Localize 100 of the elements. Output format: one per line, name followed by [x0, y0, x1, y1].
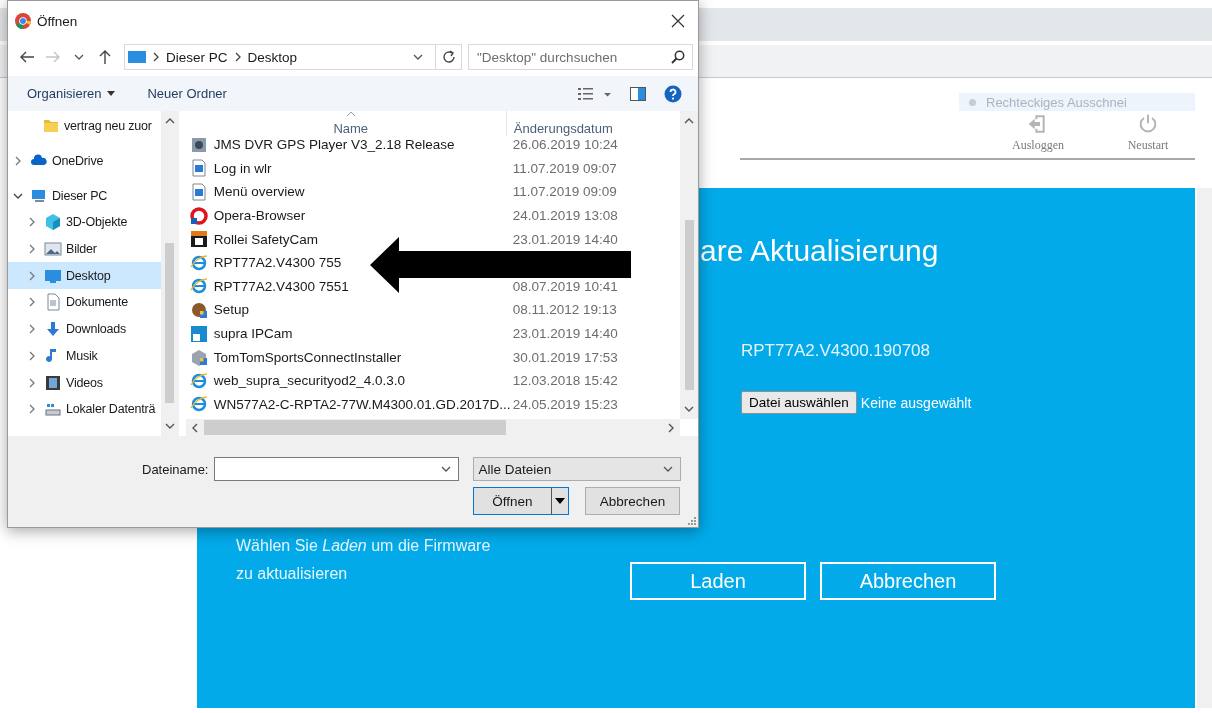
chevron-right-icon	[27, 270, 37, 281]
file-name[interactable]: Rollei SafetyCam	[213, 231, 319, 247]
caret-down-icon	[555, 498, 565, 504]
sort-caret-icon	[345, 111, 356, 117]
nav-item[interactable]: Dieser PC	[8, 182, 161, 210]
nav-item[interactable]: Dokumente	[8, 289, 161, 316]
file-date: 12.03.2018 15:42	[511, 373, 618, 389]
organize-menu[interactable]: Organisieren	[21, 82, 122, 105]
help-button[interactable]	[664, 84, 682, 103]
file-date: 11.07.2019 09:07	[511, 160, 617, 176]
column-header[interactable]: Änderungsdatum	[505, 111, 666, 136]
firmware-version: RPT77A2.V4300.190708	[741, 341, 932, 361]
shortcut-icon	[189, 324, 208, 343]
file-date: 11.07.2019 09:09	[511, 184, 617, 200]
cube-icon	[44, 213, 62, 232]
new-folder-button[interactable]: Neuer Ordner	[141, 82, 233, 105]
nav-item[interactable]: 3D-Objekte	[8, 209, 161, 236]
snip-hint-text: Rechteckiges Ausschnei	[986, 94, 1127, 110]
file-name[interactable]: TomTomSportsConnectInstaller	[213, 349, 402, 365]
file-name[interactable]: Opera-Browser	[213, 208, 306, 224]
scroll-down-icon	[684, 405, 694, 413]
scroll-left-icon	[190, 422, 199, 433]
chevron-right-icon	[27, 377, 37, 388]
logout-button[interactable]: Ausloggen	[993, 114, 1083, 153]
file-date: 08.11.2012 19:13	[511, 302, 617, 318]
nav-item[interactable]: Videos	[8, 369, 161, 396]
chevron-right-icon	[27, 297, 37, 308]
film-icon	[44, 373, 62, 392]
scroll-thumb[interactable]	[203, 420, 506, 435]
opera-icon	[189, 206, 208, 225]
image-file-icon	[189, 159, 208, 178]
file-name[interactable]: RPT77A2.V4300 755	[213, 255, 342, 271]
file-status: Keine ausgewählt	[860, 394, 972, 411]
globe-icon	[189, 371, 208, 390]
file-date: 24.01.2019 13:08	[511, 208, 618, 224]
restart-button[interactable]: Neustart	[1103, 114, 1193, 153]
file-name[interactable]: Log in wlr	[213, 160, 272, 176]
search-field[interactable]: "Desktop" durchsuchen	[468, 44, 693, 70]
file-date: 08.07.2019 10:41	[511, 278, 618, 294]
chevron-right-icon	[27, 244, 37, 255]
file-name[interactable]: Menü overview	[213, 184, 305, 200]
forward-arrow-icon	[45, 50, 61, 64]
nav-scrollbar[interactable]	[160, 111, 179, 436]
cancel-button[interactable]: Abbrechen	[585, 487, 680, 515]
address-bar[interactable]: Dieser PC Desktop	[124, 44, 462, 70]
nav-item[interactable]: Bilder	[8, 235, 161, 263]
column-header[interactable]: Name	[185, 121, 506, 136]
search-icon	[671, 50, 685, 64]
preview-pane-icon	[630, 86, 646, 101]
file-type-dropdown[interactable]: Alle Dateien	[473, 457, 682, 481]
file-date: 23.01.2019 14:40	[511, 326, 618, 342]
scroll-right-icon	[667, 422, 676, 433]
status-dot	[969, 98, 976, 106]
dialog-title: Öffnen	[37, 13, 78, 29]
file-name[interactable]: supra IPCam	[213, 326, 293, 342]
file-date: 30.01.2019 17:53	[511, 349, 618, 365]
nav-item[interactable]: Downloads	[8, 315, 161, 343]
globe-icon	[189, 253, 208, 272]
globe-icon	[189, 277, 208, 296]
file-name[interactable]: RPT77A2.V4300 7551	[213, 278, 349, 294]
scroll-thumb[interactable]	[165, 243, 175, 403]
resize-grip-icon	[688, 517, 696, 525]
file-name[interactable]: Setup	[213, 302, 250, 318]
chevron-right-icon	[27, 324, 37, 335]
choose-file-button[interactable]: Datei auswählen	[741, 391, 857, 414]
filename-label: Dateiname:	[142, 461, 209, 477]
caret-down-icon	[107, 91, 116, 96]
image-file-icon	[189, 183, 208, 201]
chevron-right-icon	[27, 350, 37, 361]
nav-item[interactable]: Lokaler Datenträ	[8, 395, 161, 423]
panel-title: are Aktualisierung	[700, 233, 940, 269]
nav-item[interactable]: Musik	[8, 342, 161, 370]
nav-item[interactable]: vertrag neu zuor	[8, 113, 161, 140]
scroll-up-icon	[164, 117, 175, 125]
installer-icon	[189, 300, 208, 319]
file-name[interactable]: JMS DVR GPS Player V3_2.18 Release	[213, 137, 455, 153]
back-arrow-icon	[19, 50, 35, 64]
file-name[interactable]: web_supra_securityod2_4.0.3.0	[213, 373, 406, 389]
file-date: 26.06.2019 10:24	[511, 137, 618, 153]
instruction-text: Wählen Sie Laden um die Firmware zu aktualisieren	[236, 536, 492, 584]
chevron-right-icon	[13, 156, 23, 167]
scroll-up-icon	[684, 117, 694, 125]
picture-icon	[44, 240, 62, 259]
nav-item[interactable]: Desktop	[8, 262, 161, 290]
list-scrollbar[interactable]	[680, 111, 698, 419]
file-name[interactable]: WN577A2-C-RPTA2-77W.M4300.01.GD.2017D...	[213, 396, 511, 412]
scroll-thumb[interactable]	[684, 220, 694, 390]
help-icon	[664, 84, 682, 103]
breadcrumb-item[interactable]: Desktop	[247, 49, 298, 65]
chevron-right-icon	[152, 52, 160, 62]
view-options-button[interactable]	[578, 86, 612, 101]
breadcrumb-item[interactable]: Dieser PC	[166, 49, 228, 65]
computer-icon	[128, 50, 146, 64]
preview-pane-button[interactable]	[630, 86, 646, 101]
close-icon	[671, 14, 685, 28]
horizontal-scrollbar[interactable]	[185, 419, 681, 436]
open-button[interactable]: Öffnen	[473, 487, 569, 515]
filename-field[interactable]	[214, 457, 460, 481]
globe-icon	[189, 395, 208, 414]
nav-item[interactable]: OneDrive	[8, 147, 161, 175]
